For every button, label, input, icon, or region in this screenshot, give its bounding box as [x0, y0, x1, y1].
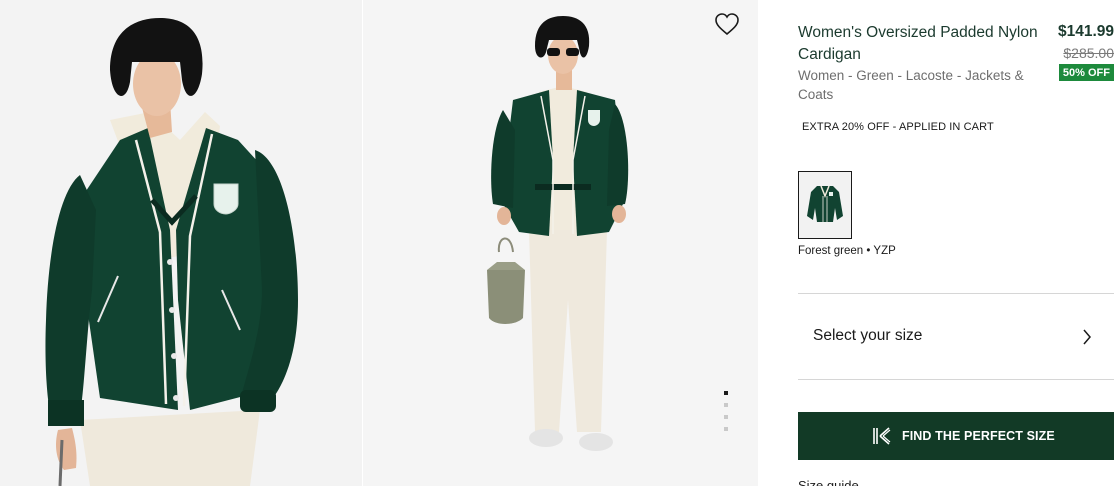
product-gallery	[0, 0, 758, 486]
select-size-label: Select your size	[813, 327, 923, 344]
color-swatch-forest-green[interactable]	[798, 171, 852, 239]
discount-badge: 50% OFF	[1058, 64, 1114, 81]
product-title: Women's Oversized Padded Nylon Cardigan	[798, 24, 1038, 63]
select-size-dropdown[interactable]: Select your size	[798, 294, 1114, 380]
gallery-dot-active[interactable]	[723, 391, 728, 395]
product-info-panel: Women's Oversized Padded Nylon Cardigan …	[798, 0, 1119, 486]
product-image-full-body[interactable]	[362, 0, 758, 486]
gallery-pagination	[723, 389, 731, 435]
model-full-body-illustration	[362, 0, 758, 486]
gallery-dot[interactable]	[723, 415, 728, 419]
promo-message: EXTRA 20% OFF - APPLIED IN CART	[802, 121, 994, 133]
wishlist-heart-icon[interactable]	[713, 11, 741, 37]
jacket-thumbnail-icon	[799, 172, 851, 238]
divider	[798, 379, 1114, 380]
size-guide-link[interactable]: Size guide	[798, 478, 859, 486]
gallery-dot[interactable]	[723, 403, 728, 407]
model-closeup-illustration	[0, 0, 362, 486]
sale-price: $141.99	[1057, 23, 1114, 40]
chevron-right-icon	[1081, 327, 1093, 347]
selected-color-label: Forest green • YZP	[798, 245, 896, 257]
product-breadcrumb[interactable]: Women - Green - Lacoste - Jackets & Coat…	[798, 66, 1048, 104]
gallery-dot[interactable]	[723, 427, 728, 431]
size-finder-logo-icon	[872, 426, 892, 446]
original-price: $285.00	[1063, 45, 1114, 61]
product-image-closeup[interactable]	[0, 0, 362, 486]
find-perfect-size-label: FIND THE PERFECT SIZE	[902, 429, 1055, 443]
find-perfect-size-button[interactable]: FIND THE PERFECT SIZE	[798, 412, 1114, 460]
